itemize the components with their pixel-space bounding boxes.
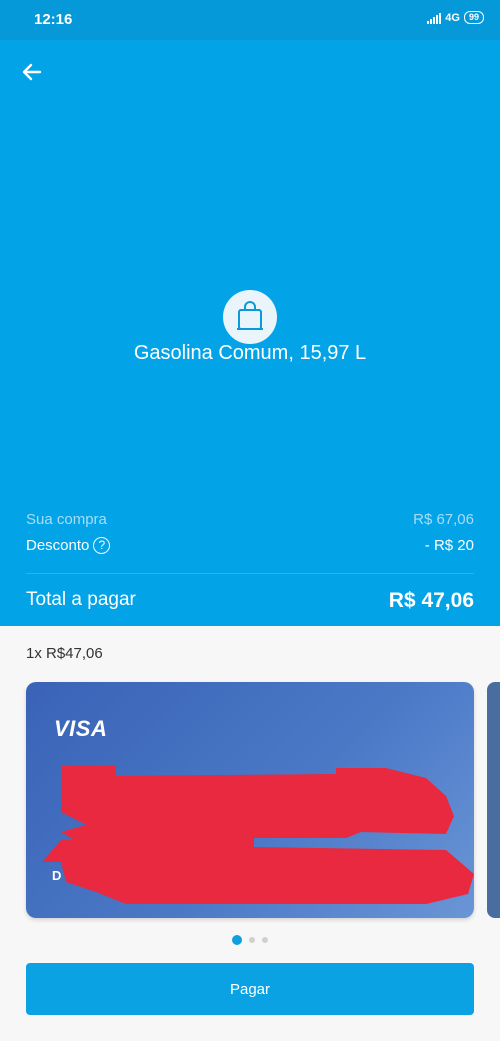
total-label: Total a pagar xyxy=(26,589,136,610)
installment-text[interactable]: 1x R$47,06 xyxy=(26,645,103,662)
signal-icon xyxy=(427,12,442,24)
shopping-bag-icon xyxy=(223,290,277,344)
battery-icon: 99 xyxy=(463,11,484,24)
purchase-amount-row: Sua compra R$ 67,06 xyxy=(26,511,474,528)
redaction-mark xyxy=(42,766,474,904)
status-icons: 4G 99 xyxy=(427,11,484,24)
carousel-dot[interactable] xyxy=(232,935,242,945)
payment-card[interactable]: VISA D xyxy=(26,682,474,918)
carousel-indicator xyxy=(0,935,500,945)
carousel-dot[interactable] xyxy=(249,937,255,943)
status-time: 12:16 xyxy=(34,11,73,28)
help-icon[interactable]: ? xyxy=(93,537,111,554)
discount-row: Desconto? - R$ 20 xyxy=(26,537,474,554)
divider xyxy=(26,573,474,574)
status-bar: 12:16 4G 99 xyxy=(0,0,500,40)
next-card-preview[interactable] xyxy=(487,682,500,918)
purchase-label: Sua compra xyxy=(26,511,107,528)
total-value: R$ 47,06 xyxy=(388,589,474,612)
network-type: 4G xyxy=(445,11,460,24)
purchase-value: R$ 67,06 xyxy=(413,511,474,528)
discount-label: Desconto xyxy=(26,537,90,554)
discount-value: - R$ 20 xyxy=(424,537,474,554)
carousel-dot[interactable] xyxy=(262,937,268,943)
total-row: Total a pagar R$ 47,06 xyxy=(26,589,474,613)
back-arrow-icon[interactable] xyxy=(18,58,46,86)
pay-button[interactable]: Pagar xyxy=(26,963,474,1015)
purchase-title: Gasolina Comum, 15,97 L xyxy=(133,342,367,364)
